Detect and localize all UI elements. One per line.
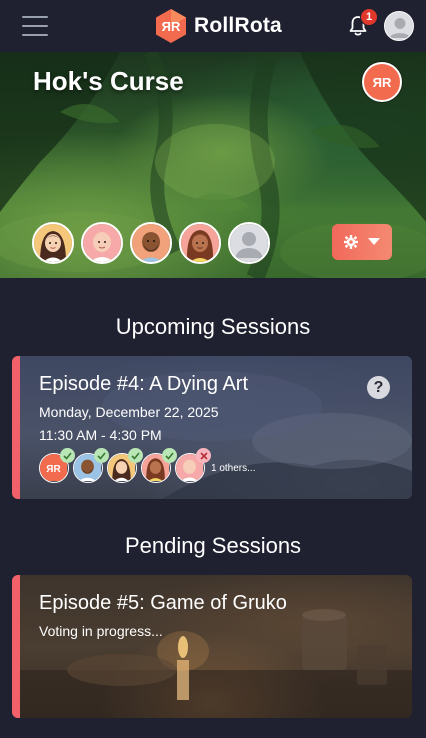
campaign-logo-badge[interactable]: ЯR: [362, 62, 402, 102]
other-attendees-count[interactable]: 1 others...: [211, 463, 255, 474]
session-date: Monday, December 22, 2025: [39, 404, 219, 420]
campaign-hero-banner: Hok's Curse ЯR: [0, 52, 426, 278]
svg-text:ЯR: ЯR: [162, 19, 181, 34]
pending-sessions-heading: Pending Sessions: [124, 533, 302, 558]
session-title: Episode #4: A Dying Art: [39, 373, 249, 395]
default-user-icon: [385, 12, 413, 40]
attendee-avatar[interactable]: [73, 448, 109, 483]
notifications-button[interactable]: 1: [344, 8, 378, 40]
party-members: [32, 222, 270, 264]
session-title: Episode #5: Game of Gruko: [39, 592, 287, 614]
upcoming-sessions-heading: Upcoming Sessions: [115, 314, 311, 339]
member-avatar[interactable]: [32, 222, 74, 264]
brand-name: RollRota: [194, 14, 282, 37]
rollrota-badge-icon: ЯR: [373, 75, 392, 90]
rsvp-no-x-icon: [196, 448, 211, 463]
member-avatar[interactable]: [130, 222, 172, 264]
caret-down-icon: [368, 238, 380, 245]
pending-session-card[interactable]: Episode #5: Game of Gruko Voting in prog…: [12, 575, 412, 718]
default-user-icon: [230, 224, 268, 262]
avatar-bald-man-icon: [83, 224, 121, 262]
attendee-avatar[interactable]: [107, 448, 143, 483]
attendee-avatar[interactable]: [141, 448, 177, 483]
brand[interactable]: ЯR RollRota: [154, 8, 282, 44]
avatar-girl-dark-hair-icon: [34, 224, 72, 262]
avatar-bearded-man-icon: [132, 224, 170, 262]
card-accent-bar: [12, 575, 20, 718]
svg-text:ЯR: ЯR: [46, 464, 61, 475]
attendee-avatar[interactable]: [175, 448, 211, 483]
session-attendees: ЯR 1 others...: [39, 448, 255, 483]
notification-count-badge: 1: [360, 8, 378, 26]
campaign-settings-dropdown[interactable]: [332, 224, 392, 260]
svg-text:ЯR: ЯR: [373, 75, 392, 90]
session-time: 11:30 AM - 4:30 PM: [39, 427, 162, 443]
avatar-woman-auburn-hair-icon: [181, 224, 219, 262]
rollrota-logo-icon: ЯR: [156, 9, 186, 43]
upcoming-session-card[interactable]: Episode #4: A Dying Art Monday, December…: [12, 356, 412, 499]
nav-actions: 1: [344, 8, 414, 41]
member-avatar[interactable]: [179, 222, 221, 264]
attendee-avatar[interactable]: ЯR: [39, 448, 75, 483]
session-status: Voting in progress...: [39, 623, 163, 639]
top-navbar: ЯR RollRota 1: [0, 0, 426, 52]
gear-icon: [344, 235, 358, 249]
campaign-title: Hok's Curse: [33, 66, 184, 96]
hamburger-menu-icon[interactable]: [22, 16, 48, 36]
card-accent-bar: [12, 356, 20, 499]
question-mark-icon[interactable]: ?: [367, 376, 390, 399]
member-avatar[interactable]: [228, 222, 270, 264]
user-avatar[interactable]: [384, 11, 414, 41]
member-avatar[interactable]: [81, 222, 123, 264]
